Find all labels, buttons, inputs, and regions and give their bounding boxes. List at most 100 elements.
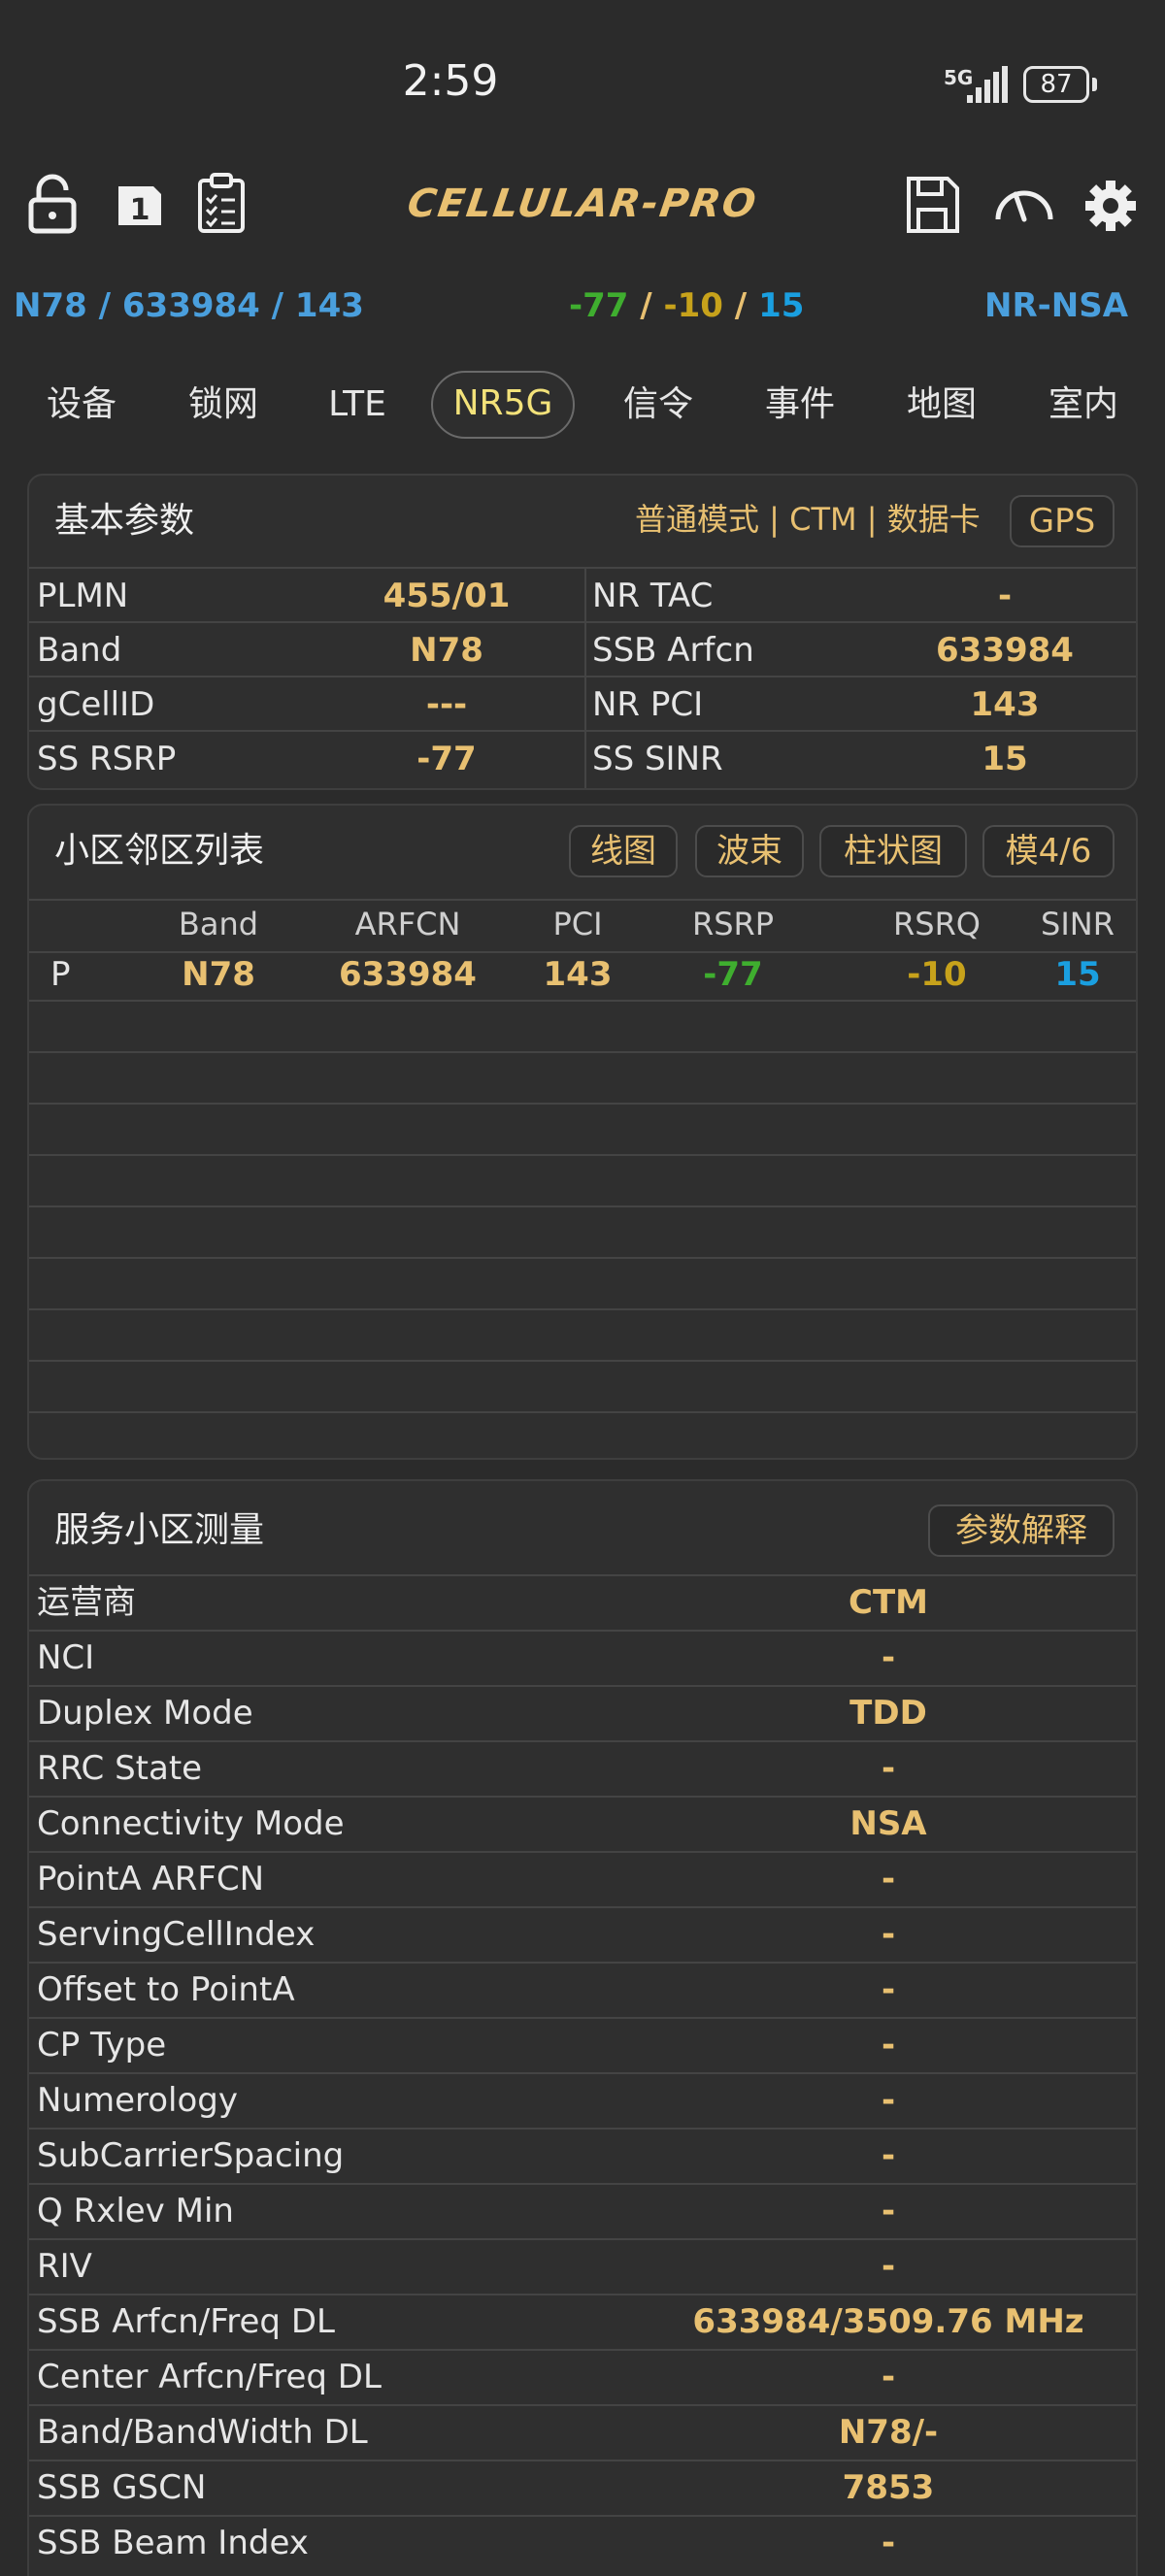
measure-value: - [881,1970,896,2009]
speedometer-icon[interactable] [992,173,1056,235]
param-label: SSB Arfcn [592,631,754,670]
measure-value: NSA [849,1804,927,1843]
basic-params-panel: 基本参数 普通模式 | CTM | 数据卡 GPS PLMN 455/01 NR… [27,474,1138,790]
param-value: 143 [970,685,1040,724]
col-header-arfcn: ARFCN [354,906,461,942]
lock-icon[interactable] [25,173,80,235]
measure-label: Connectivity Mode [37,1804,345,1843]
signal-icon [967,66,1008,103]
mod-button[interactable]: 模4/6 [982,825,1115,877]
clipboard-icon[interactable] [194,173,249,235]
summary-band: N78 [14,286,87,325]
settings-gear-icon[interactable] [1083,173,1138,235]
measure-value: N78/- [838,2413,939,2452]
col-header-pci: PCI [552,906,603,942]
param-label: NR TAC [592,577,714,615]
bar-chart-button[interactable]: 柱状图 [819,825,967,877]
measure-value: - [881,1860,896,1899]
tab-events[interactable]: 事件 [742,371,858,439]
row-rsrp: -77 [703,955,763,994]
tab-nr5g[interactable]: NR5G [431,371,575,439]
param-value: 15 [982,740,1028,778]
measure-value: - [881,1749,896,1788]
measure-value: - [881,2136,896,2175]
measure-label: SubCarrierSpacing [37,2136,345,2175]
summary-arfcn: 633984 [121,286,260,325]
row-sinr: 15 [1054,955,1101,994]
tab-lock[interactable]: 锁网 [165,371,282,439]
measure-label: ServingCellIndex [37,1915,316,1954]
gps-button[interactable]: GPS [1010,495,1115,547]
battery-indicator: 87 [1023,66,1089,103]
param-value: --- [425,685,468,724]
measure-label: SSB Arfcn/Freq DL [37,2302,335,2341]
measure-label: CP Type [37,2026,167,2064]
measure-label: Center Arfcn/Freq DL [37,2358,382,2396]
param-label: NR PCI [592,685,704,724]
measure-label: Q Rxlev Min [37,2192,234,2230]
measure-value: - [881,2247,896,2286]
col-header-band: Band [178,906,259,942]
row-arfcn: 633984 [339,955,477,994]
tab-lte[interactable]: LTE [307,371,408,439]
param-value: - [997,577,1013,615]
measure-label: Numerology [37,2081,239,2120]
param-value: -77 [416,740,477,778]
param-value: 633984 [936,631,1074,670]
sim-card-icon[interactable]: 1 [113,173,167,235]
signal-summary: -77 / -10 / 15 [569,286,805,325]
line-chart-button[interactable]: 线图 [569,825,678,877]
measure-label: RRC State [37,1749,203,1788]
param-value: N78 [410,631,483,670]
serving-cell-summary: N78 / 633984 / 143 [14,286,364,325]
param-label: gCellID [37,685,155,724]
measure-value: - [881,2081,896,2120]
param-value: 455/01 [383,577,511,615]
measure-value: 7853 [842,2468,935,2507]
mode-text[interactable]: 普通模式 | CTM | 数据卡 [635,493,981,545]
tab-indoor[interactable]: 室内 [1025,371,1142,439]
summary-rsrq: -10 [663,286,723,325]
app-logo: CELLULAR-PRO [404,182,761,226]
measure-label: PointA ARFCN [37,1860,265,1899]
measure-value: - [881,1638,896,1677]
measure-value: - [881,1915,896,1954]
summary-rsrp: -77 [569,286,629,325]
tab-map[interactable]: 地图 [883,371,1000,439]
param-label: SS RSRP [37,740,177,778]
basic-params-title: 基本参数 [54,501,195,541]
param-label: PLMN [37,577,129,615]
row-band: N78 [182,955,255,994]
serving-cell-panel: 服务小区测量 参数解释 运营商 CTM NCI - Duplex Mode TDD RRC … [27,1479,1138,2576]
neighbor-list-title: 小区邻区列表 [54,831,265,871]
param-help-button[interactable]: 参数解释 [928,1504,1115,1557]
measure-value: - [881,2026,896,2064]
tab-signaling[interactable]: 信令 [600,371,716,439]
measure-label: Duplex Mode [37,1694,253,1733]
measure-label: SSB GSCN [37,2468,207,2507]
measure-label: 运营商 [37,1583,136,1622]
measure-value: TDD [849,1694,927,1733]
row-type: P [50,955,71,994]
measure-value: CTM [849,1583,928,1622]
param-label: Band [37,631,122,670]
measure-label: RIV [37,2247,92,2286]
param-label: SS SINR [592,740,723,778]
tab-bar: 设备 锁网 LTE NR5G 信令 事件 地图 室内 [0,371,1165,439]
row-pci: 143 [543,955,613,994]
sim-badge-number: 1 [130,193,150,227]
measure-label: Offset to PointA [37,1970,295,2009]
summary-pci: 143 [294,286,364,325]
col-header-rsrq: RSRQ [893,906,981,942]
tab-device[interactable]: 设备 [23,371,140,439]
measure-value: - [881,2358,896,2396]
measure-label: Band/BandWidth DL [37,2413,368,2452]
save-icon[interactable] [905,173,959,235]
measure-value: 633984/3509.76 MHz [692,2302,1084,2341]
battery-tip [1092,78,1097,91]
beam-button[interactable]: 波束 [695,825,804,877]
summary-sinr: 15 [758,286,805,325]
serving-cell-title: 服务小区测量 [54,1510,265,1550]
status-time: 2:59 [402,56,499,106]
neighbor-list-panel: 小区邻区列表 线图 波束 柱状图 模4/6 Band ARFCN PCI RSR… [27,804,1138,1460]
